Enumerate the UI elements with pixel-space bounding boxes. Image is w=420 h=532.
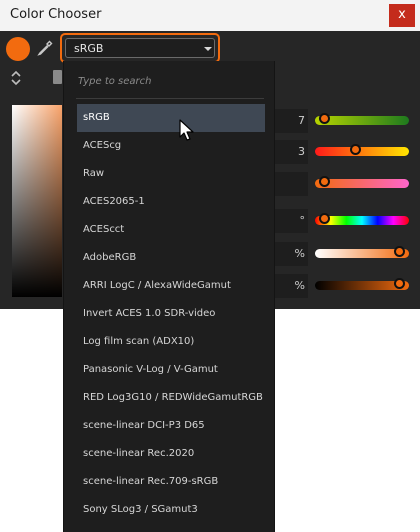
value-slider[interactable] — [315, 278, 409, 290]
value-field-3[interactable] — [272, 172, 308, 196]
eyedropper-icon[interactable] — [36, 39, 54, 57]
saturation-slider-thumb[interactable] — [394, 246, 405, 257]
current-color-swatch[interactable] — [6, 37, 30, 61]
window-title: Color Chooser — [10, 7, 102, 22]
dropdown-search-input[interactable] — [72, 72, 258, 90]
dropdown-option[interactable]: ACEScg — [77, 132, 265, 160]
orange-slider-thumb[interactable] — [319, 176, 330, 187]
hue-slider-thumb[interactable] — [319, 213, 330, 224]
dropdown-option[interactable]: Panasonic V-Log / V-Gamut — [77, 356, 265, 384]
green-slider[interactable] — [315, 113, 409, 125]
close-button[interactable]: x — [389, 4, 415, 27]
green-slider-thumb[interactable] — [319, 113, 330, 124]
colorspace-value: sRGB — [74, 42, 104, 55]
value-field-1[interactable]: 7 — [272, 109, 308, 133]
colorspace-dropdown[interactable]: sRGBACEScgRawACES2065-1ACEScctAdobeRGBAR… — [63, 61, 275, 532]
colorspace-select[interactable]: sRGB — [60, 33, 220, 63]
dropdown-option[interactable]: ARRI LogC / AlexaWideGamut — [77, 272, 265, 300]
value-field-4[interactable]: ° — [272, 209, 308, 233]
dropdown-option[interactable]: RED Log3G10 / REDWideGamutRGB — [77, 384, 265, 412]
orange-slider[interactable] — [315, 176, 409, 188]
value-slider-thumb[interactable] — [394, 278, 405, 289]
dropdown-option[interactable]: scene-linear DCI-P3 D65 — [77, 412, 265, 440]
up-down-arrows-icon[interactable] — [10, 70, 22, 86]
dropdown-option[interactable]: ACES2065-1 — [77, 188, 265, 216]
dropdown-option[interactable]: sRGB — [77, 104, 265, 132]
dropdown-option[interactable]: scene-linear Rec.709-sRGB — [77, 468, 265, 496]
dropdown-option[interactable]: Log film scan (ADX10) — [77, 328, 265, 356]
hue-slider[interactable] — [315, 213, 409, 225]
dropdown-option[interactable]: ACEScct — [77, 216, 265, 244]
saturation-value-field[interactable] — [12, 105, 62, 297]
mouse-pointer-icon — [179, 119, 194, 141]
dropdown-option[interactable]: Sony SLog3 / SGamut3 — [77, 496, 265, 524]
dropdown-option[interactable]: Raw — [77, 160, 265, 188]
value-field-5[interactable]: % — [272, 242, 308, 266]
red-slider[interactable] — [315, 144, 409, 156]
colorspace-select-box[interactable]: sRGB — [65, 38, 215, 58]
value-field-2[interactable]: 3 — [272, 140, 308, 164]
saturation-slider[interactable] — [315, 246, 409, 258]
color-chooser-window: Color Chooser x sRGB 7 3 ° % % Type to s… — [0, 0, 420, 532]
title-bar[interactable]: Color Chooser x — [0, 0, 420, 31]
search-divider — [76, 98, 264, 99]
square-icon[interactable] — [53, 70, 62, 84]
dropdown-option[interactable]: scene-linear Rec.2020 — [77, 440, 265, 468]
red-slider-thumb[interactable] — [350, 144, 361, 155]
dropdown-option[interactable]: AdobeRGB — [77, 244, 265, 272]
dropdown-option[interactable]: Invert ACES 1.0 SDR-video — [77, 300, 265, 328]
value-field-6[interactable]: % — [272, 274, 308, 298]
chevron-down-icon — [204, 47, 212, 51]
